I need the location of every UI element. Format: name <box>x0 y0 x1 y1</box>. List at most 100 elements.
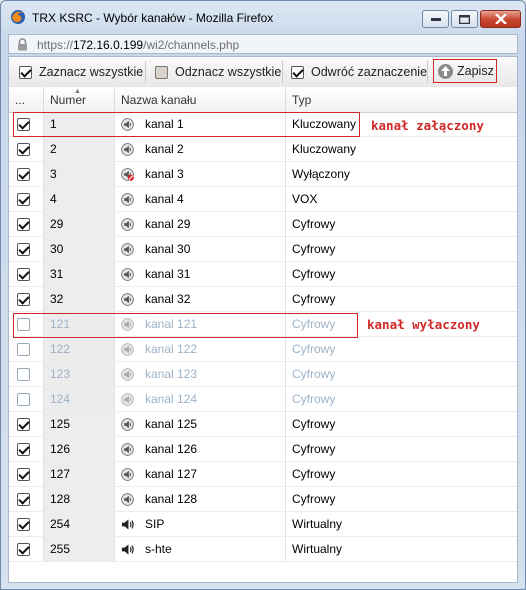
row-checkbox[interactable] <box>17 117 30 131</box>
invert-selection-button[interactable]: Odwróć zaznaczenie <box>291 60 427 84</box>
channel-name-cell: kanal 123 <box>114 362 285 386</box>
channel-name: kanal 2 <box>145 141 184 156</box>
table-row[interactable]: 127 kanal 127 Cyfrowy <box>9 462 517 487</box>
channel-name-cell: kanal 29 <box>114 212 285 236</box>
table-row[interactable]: 124 kanal 124 Cyfrowy <box>9 387 517 412</box>
row-checkbox[interactable] <box>17 342 30 356</box>
invert-selection-label: Odwróć zaznaczenie <box>311 65 428 79</box>
channel-name-cell: kanal 122 <box>114 337 285 361</box>
select-all-button[interactable]: Zaznacz wszystkie <box>19 60 143 84</box>
column-header-number[interactable]: ▲ Numer <box>43 87 114 112</box>
channel-number: 255 <box>43 537 114 561</box>
row-checkbox[interactable] <box>17 442 30 456</box>
row-checkbox[interactable] <box>17 517 30 531</box>
row-select-cell <box>9 237 43 261</box>
channel-name: SIP <box>145 516 165 531</box>
address-bar[interactable]: https://172.16.0.199/wi2/channels.php <box>8 34 518 54</box>
url-text: https://172.16.0.199/wi2/channels.php <box>37 38 240 52</box>
channel-name: kanal 29 <box>145 216 191 231</box>
channel-name-cell: kanal 1 <box>114 112 285 136</box>
table-row[interactable]: 128 kanal 128 Cyfrowy <box>9 487 517 512</box>
row-checkbox[interactable] <box>17 167 30 181</box>
row-select-cell <box>9 162 43 186</box>
row-checkbox[interactable] <box>17 367 30 381</box>
table-row[interactable]: 31 kanal 31 Cyfrowy <box>9 262 517 287</box>
row-select-cell <box>9 312 43 336</box>
row-checkbox[interactable] <box>17 267 30 281</box>
row-checkbox[interactable] <box>17 542 30 556</box>
channel-name: s-hte <box>145 541 172 556</box>
lock-icon <box>18 38 27 51</box>
channel-number: 29 <box>43 212 114 236</box>
row-checkbox[interactable] <box>17 192 30 206</box>
speaker-icon <box>121 192 134 206</box>
minimize-button[interactable] <box>422 10 449 28</box>
row-checkbox[interactable] <box>17 217 30 231</box>
row-checkbox[interactable] <box>17 392 30 406</box>
table-row[interactable]: 3 kanal 3 Wyłączony <box>9 162 517 187</box>
table-row[interactable]: 126 kanal 126 Cyfrowy <box>9 437 517 462</box>
channel-type: Cyfrowy <box>285 462 517 486</box>
row-checkbox[interactable] <box>17 492 30 506</box>
channel-name-cell: kanal 32 <box>114 287 285 311</box>
row-select-cell <box>9 362 43 386</box>
row-select-cell <box>9 387 43 411</box>
channel-type: VOX <box>285 187 517 211</box>
channel-name-cell: kanal 30 <box>114 237 285 261</box>
table-row[interactable]: 30 kanal 30 Cyfrowy <box>9 237 517 262</box>
channel-name-cell: kanal 3 <box>114 162 285 186</box>
row-checkbox[interactable] <box>17 142 30 156</box>
channel-number: 122 <box>43 337 114 361</box>
title-bar: TRX KSRC - Wybór kanałów - Mozilla Firef… <box>1 1 525 31</box>
annotation-enabled-label: kanał załączony <box>371 118 484 133</box>
channel-name-cell: kanal 124 <box>114 387 285 411</box>
channel-number: 4 <box>43 187 114 211</box>
channel-name-cell: kanal 126 <box>114 437 285 461</box>
column-header-select[interactable]: ... <box>9 87 43 112</box>
checkbox-empty-icon <box>155 65 168 79</box>
speaker-icon <box>121 442 134 456</box>
row-select-cell <box>9 287 43 311</box>
channel-name-cell: kanal 4 <box>114 187 285 211</box>
row-checkbox[interactable] <box>17 317 30 331</box>
table-row[interactable]: 4 kanal 4 VOX <box>9 187 517 212</box>
save-label: Zapisz <box>457 64 494 78</box>
speaker-icon <box>121 142 134 156</box>
close-button[interactable] <box>480 10 521 28</box>
speaker-icon <box>121 267 134 281</box>
channel-type: Cyfrowy <box>285 487 517 511</box>
table-row[interactable]: 255 s-hte Wirtualny <box>9 537 517 562</box>
channel-name: kanal 31 <box>145 266 191 281</box>
table-row[interactable]: 254 SIP Wirtualny <box>9 512 517 537</box>
table-row[interactable]: 122 kanal 122 Cyfrowy <box>9 337 517 362</box>
toolbar-divider <box>427 61 428 83</box>
channel-number: 30 <box>43 237 114 261</box>
row-checkbox[interactable] <box>17 467 30 481</box>
table-row[interactable]: 123 kanal 123 Cyfrowy <box>9 362 517 387</box>
table-row[interactable]: 2 kanal 2 Kluczowany <box>9 137 517 162</box>
table-row[interactable]: 125 kanal 125 Cyfrowy <box>9 412 517 437</box>
channel-name: kanal 126 <box>145 441 198 456</box>
row-checkbox[interactable] <box>17 242 30 256</box>
row-checkbox[interactable] <box>17 417 30 431</box>
channels-panel: Zaznacz wszystkie Odznacz wszystkie Odwr… <box>8 56 518 583</box>
toolbar-divider <box>282 61 283 83</box>
channel-type: Cyfrowy <box>285 212 517 236</box>
close-icon <box>494 14 507 24</box>
deselect-all-label: Odznacz wszystkie <box>175 65 282 79</box>
row-checkbox[interactable] <box>17 292 30 306</box>
channel-name: kanal 32 <box>145 291 191 306</box>
maximize-button[interactable] <box>451 10 478 28</box>
firefox-icon <box>11 10 25 24</box>
table-row[interactable]: 32 kanal 32 Cyfrowy <box>9 287 517 312</box>
channel-name: kanal 30 <box>145 241 191 256</box>
row-select-cell <box>9 137 43 161</box>
channel-type: Kluczowany <box>285 137 517 161</box>
select-all-label: Zaznacz wszystkie <box>39 65 144 79</box>
column-header-name[interactable]: Nazwa kanału <box>114 87 285 112</box>
table-row[interactable]: 29 kanal 29 Cyfrowy <box>9 212 517 237</box>
channel-name: kanal 123 <box>145 366 198 381</box>
column-header-type[interactable]: Typ <box>285 87 517 112</box>
save-button[interactable]: Zapisz <box>433 59 497 83</box>
deselect-all-button[interactable]: Odznacz wszystkie <box>155 60 281 84</box>
